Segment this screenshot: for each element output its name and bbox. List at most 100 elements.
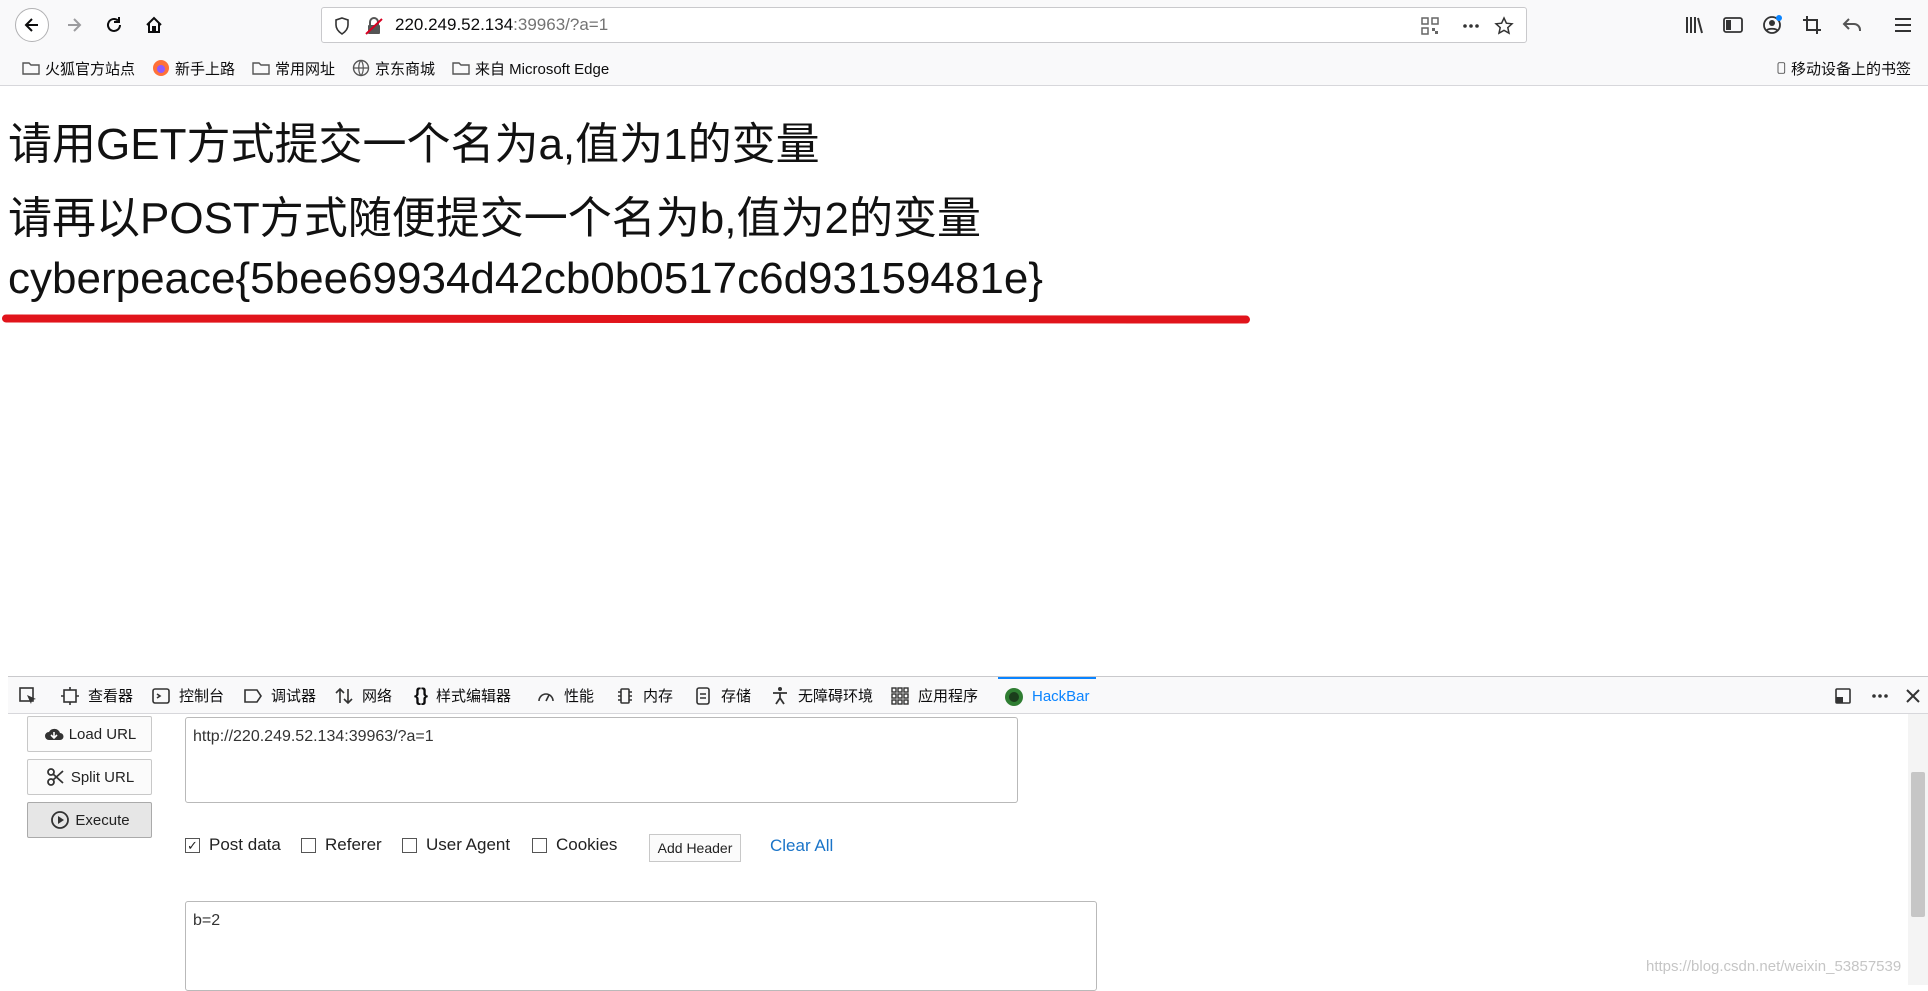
back-button[interactable] <box>15 8 49 42</box>
tab-memory[interactable]: 内存 <box>615 677 673 714</box>
cloud-download-icon <box>44 728 64 740</box>
insecure-lock-icon[interactable] <box>364 16 384 36</box>
folder-icon <box>452 62 470 75</box>
network-icon <box>335 687 353 704</box>
tab-label: 调试器 <box>271 688 317 705</box>
scrollbar-thumb[interactable] <box>1911 772 1925 917</box>
tab-label: 网络 <box>362 688 393 705</box>
memory-icon <box>618 687 632 704</box>
tab-application[interactable]: 应用程序 <box>890 677 978 714</box>
debugger-icon <box>244 688 262 703</box>
tab-label: 样式编辑器 <box>436 688 512 705</box>
post-data-textarea[interactable]: b=2 <box>185 901 1097 991</box>
load-url-button[interactable]: Load URL <box>27 716 152 752</box>
bookmark-item[interactable]: 来自 Microsoft Edge <box>452 58 609 78</box>
play-circle-icon <box>51 811 70 829</box>
bookmark-star-icon[interactable] <box>1494 16 1514 36</box>
url-text[interactable]: 220.249.52.134:39963/?a=1 <box>395 15 608 35</box>
bookmark-item[interactable]: 常用网址 <box>252 58 335 78</box>
globe-icon <box>352 59 370 77</box>
braces-icon: {} <box>414 685 429 705</box>
close-icon <box>1906 688 1920 703</box>
bookmark-item[interactable]: 新手上路 <box>152 58 235 78</box>
hackbar-panel: Load URL Split URL Execute http://220.24… <box>0 714 1928 991</box>
mobile-bookmarks-label: 移动设备上的书签 <box>1791 60 1912 78</box>
split-url-button[interactable]: Split URL <box>27 759 152 795</box>
tab-style-editor[interactable]: {} 样式编辑器 <box>414 677 511 714</box>
sidebar-icon[interactable] <box>1722 14 1744 36</box>
page-content: 请用GET方式提交一个名为a,值为1的变量 请再以POST方式随便提交一个名为b… <box>0 86 1928 676</box>
account-icon[interactable] <box>1761 14 1783 36</box>
tab-console[interactable]: 控制台 <box>151 677 224 714</box>
scrollbar[interactable] <box>1908 714 1928 985</box>
undo-icon[interactable] <box>1841 14 1863 36</box>
user-agent-checkbox[interactable]: User Agent <box>402 835 510 855</box>
shield-icon[interactable] <box>332 16 352 36</box>
watermark: https://blog.csdn.net/weixin_53857539 <box>1646 958 1902 975</box>
qr-code-icon[interactable] <box>1420 16 1440 36</box>
execute-button[interactable]: Execute <box>27 802 152 838</box>
split-url-label: Split URL <box>70 768 135 786</box>
bookmark-label: 新手上路 <box>175 60 236 78</box>
tab-label: HackBar <box>1032 688 1090 705</box>
home-button[interactable] <box>137 8 171 42</box>
tab-inspector[interactable]: 查看器 <box>60 677 133 714</box>
devtools-tabbar: 查看器 控制台 调试器 网络 {} 样式编辑器 性能 内存 存储 无障碍环境 应… <box>8 676 1928 714</box>
browser-toolbar: 220.249.52.134:39963/?a=1 <box>0 0 1928 50</box>
back-arrow-icon <box>24 18 38 32</box>
referer-label: Referer <box>325 835 382 854</box>
tab-debugger[interactable]: 调试器 <box>243 677 316 714</box>
more-options-icon[interactable] <box>1461 16 1481 36</box>
execute-label: Execute <box>75 811 130 829</box>
tab-performance[interactable]: 性能 <box>536 677 594 714</box>
url-bar[interactable]: 220.249.52.134:39963/?a=1 <box>321 7 1527 43</box>
dock-button[interactable] <box>1833 677 1861 714</box>
reload-button[interactable] <box>97 8 131 42</box>
checkbox-unchecked-icon <box>402 837 417 853</box>
tab-label: 控制台 <box>179 688 225 705</box>
mobile-bookmarks[interactable]: 移动设备上的书签 <box>1776 58 1911 78</box>
add-header-button[interactable]: Add Header <box>649 834 741 862</box>
tab-network[interactable]: 网络 <box>334 677 392 714</box>
flag-text: cyberpeace{5bee69934d42cb0b0517c6d931594… <box>8 254 1043 303</box>
forward-button[interactable] <box>57 8 91 42</box>
cookies-checkbox[interactable]: Cookies <box>532 835 617 855</box>
post-data-checkbox[interactable]: ✓ Post data <box>185 835 281 855</box>
referer-checkbox[interactable]: Referer <box>301 835 382 855</box>
devtools-more-button[interactable] <box>1870 677 1898 714</box>
devtools-close-button[interactable] <box>1903 677 1928 714</box>
dock-icon <box>1835 687 1851 704</box>
folder-icon <box>252 62 270 75</box>
storage-icon <box>696 686 710 705</box>
checkbox-unchecked-icon <box>301 837 316 853</box>
mobile-device-icon <box>1777 62 1786 74</box>
tab-hackbar[interactable]: HackBar <box>998 677 1096 714</box>
scissors-icon <box>46 768 64 786</box>
element-picker-button[interactable] <box>18 677 46 714</box>
more-options-icon <box>1872 693 1888 698</box>
bookmark-label: 来自 Microsoft Edge <box>475 60 610 78</box>
home-icon <box>146 16 162 33</box>
post-data-label: Post data <box>209 835 281 854</box>
menu-icon[interactable] <box>1892 14 1914 36</box>
bookmark-item[interactable]: 京东商城 <box>352 58 435 78</box>
picker-icon <box>19 686 36 704</box>
url-textarea[interactable]: http://220.249.52.134:39963/?a=1 <box>185 717 1018 803</box>
bookmarks-toolbar: 火狐官方站点 新手上路 常用网址 京东商城 来自 Microsoft Edge … <box>0 50 1928 86</box>
bookmark-label: 常用网址 <box>275 60 336 78</box>
firefox-icon <box>153 60 169 76</box>
tab-accessibility[interactable]: 无障碍环境 <box>770 677 873 714</box>
screenshot-icon[interactable] <box>1801 14 1823 36</box>
tab-storage[interactable]: 存储 <box>693 677 751 714</box>
performance-icon <box>538 692 554 701</box>
red-underline <box>1 314 1251 324</box>
user-agent-label: User Agent <box>426 835 511 854</box>
bookmark-item[interactable]: 火狐官方站点 <box>22 58 135 78</box>
tab-label: 查看器 <box>88 688 134 705</box>
folder-icon <box>22 62 40 75</box>
post-instruction: 请再以POST方式随便提交一个名为b,值为2的变量 <box>8 194 981 243</box>
library-icon[interactable] <box>1683 14 1705 36</box>
hackbar-icon <box>1005 687 1023 706</box>
tab-label: 无障碍环境 <box>798 688 874 705</box>
clear-all-link[interactable]: Clear All <box>770 836 833 856</box>
